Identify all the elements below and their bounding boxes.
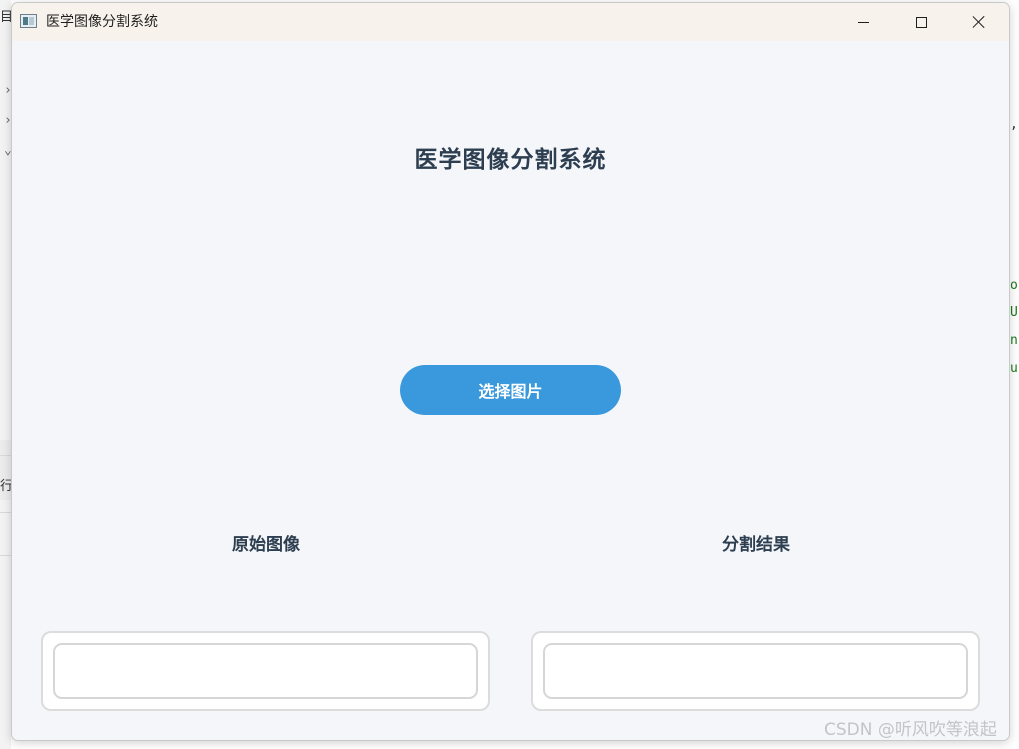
background-code: o	[1010, 278, 1018, 293]
original-image-label: 原始图像	[232, 535, 300, 555]
title-bar[interactable]: 医学图像分割系统	[12, 3, 1009, 41]
segmentation-result-display	[543, 643, 968, 699]
watermark: CSDN @听风吹等浪起	[824, 720, 997, 740]
segmentation-result-label: 分割结果	[722, 535, 790, 555]
close-button[interactable]	[950, 3, 1008, 41]
segmentation-result-panel	[531, 631, 980, 711]
window-title: 医学图像分割系统	[46, 14, 158, 30]
maximize-button[interactable]	[892, 3, 950, 41]
background-divider	[0, 455, 11, 456]
app-window-icon	[20, 14, 37, 28]
minimize-icon	[857, 21, 869, 23]
background-code: U	[1010, 305, 1018, 320]
maximize-icon	[915, 16, 927, 28]
page-title: 医学图像分割系统	[414, 146, 607, 173]
app-window: 医学图像分割系统 医学图像分割系统 选择图片 原始图像 分割结果	[11, 2, 1010, 741]
background-code: n	[1010, 333, 1018, 348]
background-code: u	[1010, 361, 1018, 376]
background-divider	[0, 512, 11, 513]
select-image-button[interactable]: 选择图片	[400, 365, 621, 415]
original-image-display	[53, 643, 478, 699]
close-icon	[972, 15, 986, 29]
background-code: ,	[1010, 117, 1018, 132]
background-divider	[0, 555, 11, 556]
minimize-button[interactable]	[834, 3, 892, 41]
original-image-panel	[41, 631, 490, 711]
